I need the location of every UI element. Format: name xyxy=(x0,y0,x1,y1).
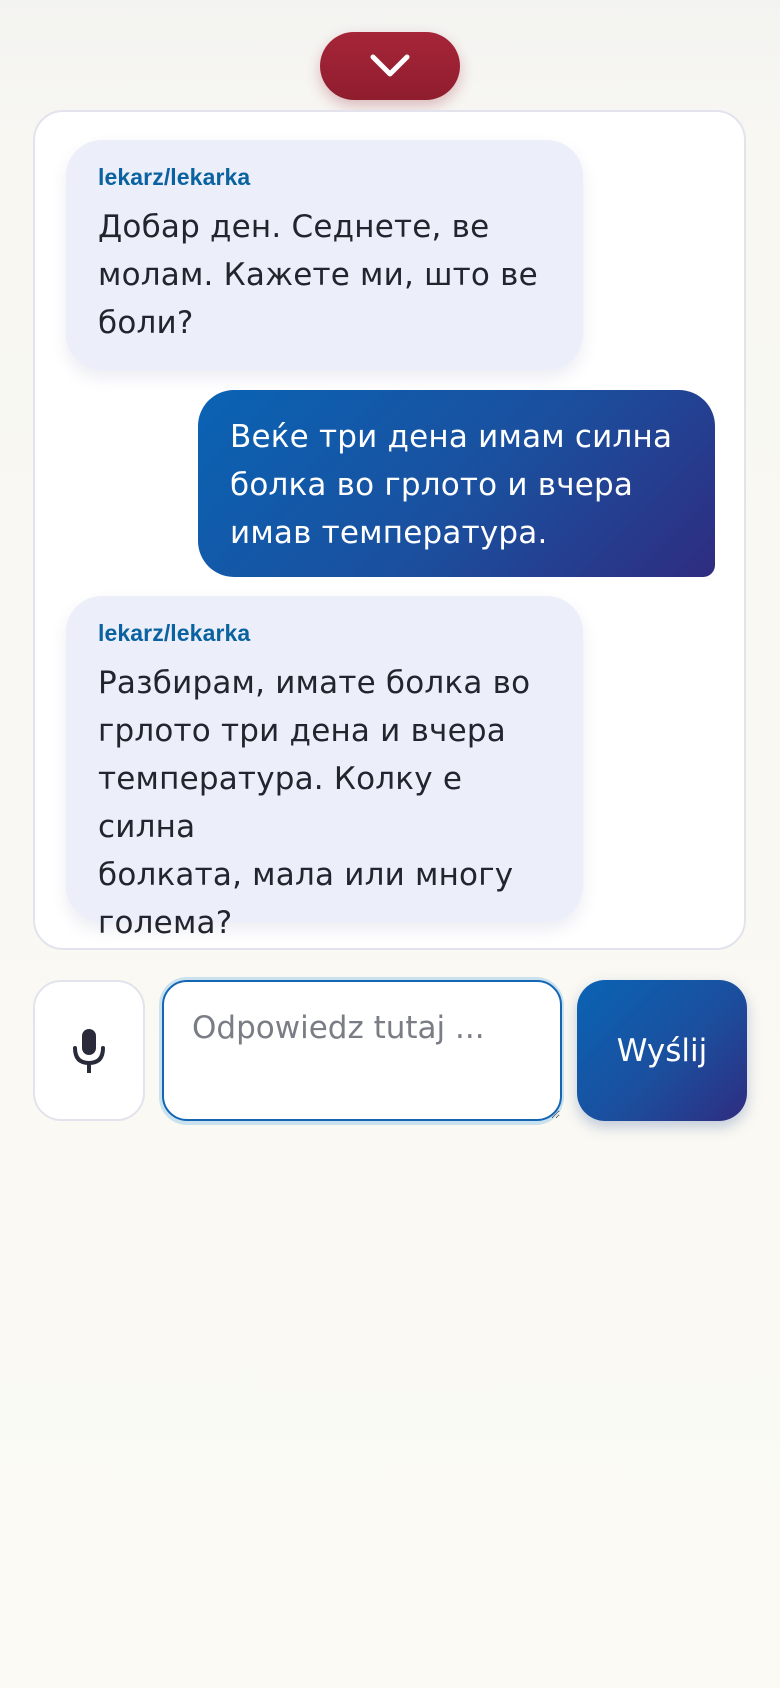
message-patient: Веќе три дена имам силна болка во грлото… xyxy=(198,390,715,577)
reply-input[interactable] xyxy=(162,980,562,1121)
microphone-icon xyxy=(71,1028,107,1074)
message-doctor: lekarz/lekarka Разбирам, имате болка во … xyxy=(66,596,583,941)
message-doctor: lekarz/lekarka Добар ден. Седнете, ве мо… xyxy=(66,140,583,370)
message-sender: lekarz/lekarka xyxy=(98,620,251,646)
microphone-button[interactable] xyxy=(33,980,145,1121)
send-button[interactable]: Wyślij xyxy=(577,980,747,1121)
chevron-down-icon xyxy=(368,52,412,80)
message-text: Веќе три дена имам силна болка во грлото… xyxy=(230,419,673,551)
collapse-button[interactable] xyxy=(320,32,460,100)
message-text: Разбирам, имате болка во грлото три дена… xyxy=(98,665,531,941)
message-sender: lekarz/lekarka xyxy=(98,164,251,190)
chat-panel: lekarz/lekarka Добар ден. Седнете, ве мо… xyxy=(33,110,746,950)
reply-input-container xyxy=(159,977,564,1125)
message-text: Добар ден. Седнете, ве молам. Кажете ми,… xyxy=(98,209,538,341)
